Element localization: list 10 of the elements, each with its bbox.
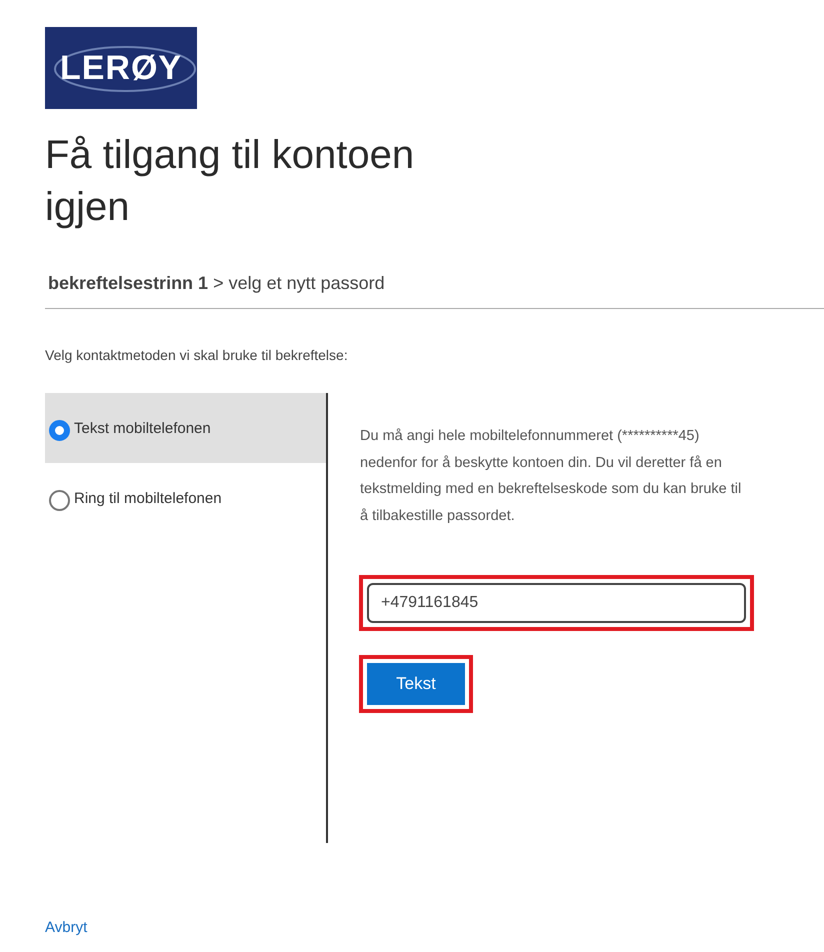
- page-title: Få tilgang til kontoen igjen: [45, 132, 416, 231]
- radio-option[interactable]: Tekst mobiltelefonen: [45, 393, 326, 463]
- cancel-link[interactable]: Avbryt: [45, 919, 88, 936]
- phone-field[interactable]: +4791161845: [367, 583, 746, 623]
- breadcrumb: bekreftelsestrinn 1 > velg et nytt passord: [48, 272, 386, 295]
- logo: LERØY: [45, 27, 197, 109]
- submit-button[interactable]: Tekst: [367, 663, 465, 705]
- instruction-text: Velg kontaktmetoden vi skal bruke til bekreftelse:: [45, 347, 349, 363]
- description-text: Du må angi hele mobiltelefonnummeret (**********45) nedenfor for å beskytte kontoen din. Du vil deretter få en tekstmelding med en bekreftelseskode som du kan bruke til å tilbakestille passordet.: [360, 427, 742, 526]
- radio-option[interactable]: Ring til mobiltelefonen: [45, 463, 326, 533]
